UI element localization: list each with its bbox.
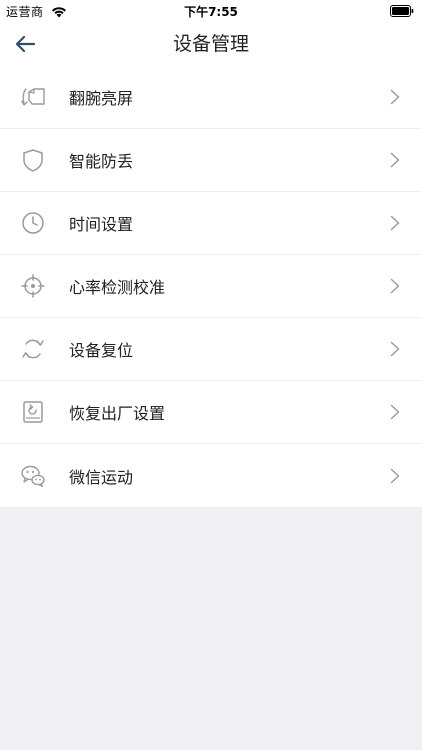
settings-item-factory-reset[interactable]: 恢复出厂设置 — [0, 381, 422, 444]
battery-icon — [390, 5, 414, 17]
settings-item-heart-rate-calibration[interactable]: 心率检测校准 — [0, 255, 422, 318]
chevron-right-icon — [390, 89, 400, 105]
wechat-icon — [20, 463, 46, 489]
page-title: 设备管理 — [172, 33, 249, 55]
settings-item-anti-lost[interactable]: 智能防丢 — [0, 129, 422, 192]
settings-item-label: 恢复出厂设置 — [69, 404, 166, 423]
settings-item-wechat-sport[interactable]: 微信运动 — [0, 444, 422, 507]
clock-icon — [20, 210, 46, 236]
chevron-right-icon — [390, 152, 400, 168]
shield-icon — [20, 147, 46, 173]
settings-item-time[interactable]: 时间设置 — [0, 192, 422, 255]
chevron-right-icon — [390, 468, 400, 484]
reset-arrows-icon — [20, 336, 46, 362]
settings-item-label: 翻腕亮屏 — [69, 89, 134, 108]
chevron-right-icon — [390, 404, 400, 420]
settings-item-label: 心率检测校准 — [69, 278, 166, 297]
settings-item-label: 时间设置 — [69, 215, 134, 234]
chevron-right-icon — [390, 215, 400, 231]
settings-item-wrist-flip[interactable]: 翻腕亮屏 — [0, 66, 422, 129]
settings-item-label: 微信运动 — [69, 467, 134, 487]
status-bar: 运营商 下午7:55 — [0, 0, 422, 22]
wrist-flip-icon — [20, 84, 46, 110]
navigation-bar: 设备管理 — [0, 22, 422, 66]
chevron-right-icon — [390, 278, 400, 294]
chevron-right-icon — [390, 341, 400, 357]
settings-list: 翻腕亮屏 智能防丢 时间设置 心率检测校准 设备复位 恢复出厂设置 微信运动 — [0, 66, 422, 507]
settings-item-label: 智能防丢 — [69, 152, 134, 171]
settings-item-device-reset[interactable]: 设备复位 — [0, 318, 422, 381]
status-time: 下午7:55 — [184, 5, 238, 19]
crosshair-icon — [20, 273, 46, 299]
settings-item-label: 设备复位 — [69, 341, 134, 360]
factory-reset-icon — [20, 399, 46, 425]
